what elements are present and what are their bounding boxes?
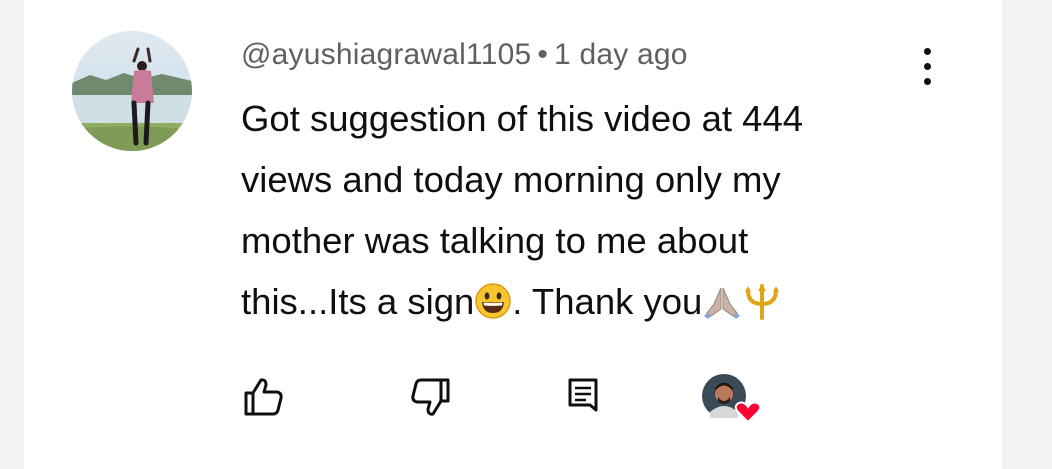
comment-text: Got suggestion of this video at 444 view… (241, 88, 921, 338)
thumbs-down-icon (411, 378, 450, 416)
comment-text-line-4a: this...Its a sign (241, 281, 475, 322)
dislike-button[interactable] (406, 372, 456, 422)
user-avatar[interactable] (72, 31, 192, 151)
meta-separator: • (537, 38, 549, 71)
reply-button[interactable] (558, 372, 608, 422)
comment-reply-icon (568, 378, 598, 412)
trident-emoji-icon (742, 277, 782, 338)
comment-text-line-3: mother was talking to me about (241, 220, 749, 261)
like-button[interactable] (238, 372, 288, 422)
comment-timestamp[interactable]: 1 day ago (554, 38, 688, 71)
comment-text-line-4b: . Thank you (512, 281, 703, 322)
author-handle[interactable]: @ayushiagrawal1105 (241, 38, 531, 71)
comment-text-line-1: Got suggestion of this video at 444 (241, 98, 804, 139)
creator-heart-icon (700, 372, 766, 428)
grinning-face-emoji-icon (474, 277, 512, 338)
comment-meta: @ayushiagrawal1105 • 1 day ago (241, 38, 688, 72)
thumbs-up-icon (244, 378, 283, 416)
folded-hands-emoji-icon (702, 277, 742, 338)
more-options-icon[interactable] (918, 46, 938, 86)
comment-text-line-2: views and today morning only my (241, 159, 781, 200)
